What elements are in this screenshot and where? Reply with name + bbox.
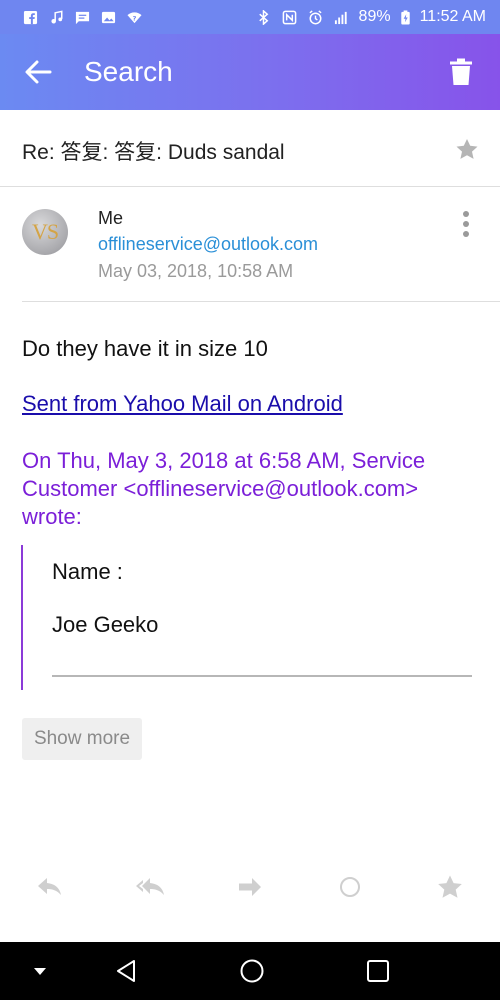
recents-square-icon[interactable] bbox=[363, 956, 393, 986]
subject-row: Re: 答复: 答复: Duds sandal bbox=[0, 110, 500, 187]
quote-name-value: Joe Geeko bbox=[52, 612, 159, 637]
clock: 11:52 AM bbox=[419, 8, 486, 25]
sent-date: May 03, 2018, 10:58 AM bbox=[98, 261, 294, 281]
navigation-bar bbox=[0, 942, 500, 1000]
avatar-initials: VS bbox=[31, 219, 59, 244]
status-right-icons: 89% 11:52 AM bbox=[255, 8, 486, 26]
quote-name-label: Name : bbox=[52, 559, 123, 584]
music-icon bbox=[51, 9, 63, 23]
bluetooth-icon bbox=[258, 9, 268, 25]
gallery-icon bbox=[101, 11, 116, 23]
reply-icon[interactable] bbox=[36, 874, 64, 900]
home-circle-icon[interactable] bbox=[237, 956, 267, 986]
message-icon bbox=[75, 11, 90, 24]
unread-icon[interactable] bbox=[336, 874, 364, 900]
email-subject: Re: 答复: 答复: Duds sandal bbox=[22, 141, 285, 164]
wifi-question-icon: ? bbox=[127, 11, 142, 23]
alarm-icon bbox=[308, 9, 322, 24]
battery-icon bbox=[400, 9, 410, 25]
sender-email[interactable]: offlineservice@outlook.com bbox=[98, 234, 318, 255]
app-bar: Search bbox=[0, 34, 500, 110]
arrow-left-icon[interactable] bbox=[22, 57, 54, 87]
chevron-down-icon[interactable] bbox=[25, 956, 55, 986]
quote-bar bbox=[21, 545, 23, 690]
status-bar: ? 89% 11:52 AM bbox=[0, 0, 500, 34]
status-left-icons: ? bbox=[22, 9, 143, 25]
action-bar bbox=[0, 862, 500, 912]
more-vert-icon[interactable] bbox=[455, 209, 477, 241]
signal-icon bbox=[334, 11, 347, 24]
sender-block: VS Me offlineservice@outlook.com May 03,… bbox=[0, 187, 500, 302]
trash-icon[interactable] bbox=[448, 58, 474, 86]
battery-percent: 89% bbox=[358, 8, 391, 25]
avatar[interactable]: VS bbox=[22, 209, 68, 255]
star-icon[interactable] bbox=[436, 874, 464, 900]
nfc-icon bbox=[282, 10, 296, 24]
sender-name: Me bbox=[98, 208, 124, 228]
body-text: Do they have it in size 10 bbox=[22, 336, 268, 361]
svg-text:?: ? bbox=[133, 14, 137, 22]
back-triangle-icon[interactable] bbox=[112, 956, 142, 986]
signature-link[interactable]: Sent from Yahoo Mail on Android bbox=[22, 391, 343, 417]
app-title: Search bbox=[84, 56, 173, 87]
reply-all-icon[interactable] bbox=[134, 874, 166, 900]
facebook-icon bbox=[23, 10, 38, 24]
header-divider bbox=[22, 301, 500, 302]
show-more-button[interactable]: Show more bbox=[22, 718, 142, 760]
quote-header: On Thu, May 3, 2018 at 6:58 AM, Service … bbox=[22, 448, 426, 529]
forward-icon[interactable] bbox=[236, 874, 264, 900]
star-icon[interactable] bbox=[455, 138, 479, 160]
quote-divider bbox=[52, 675, 472, 677]
